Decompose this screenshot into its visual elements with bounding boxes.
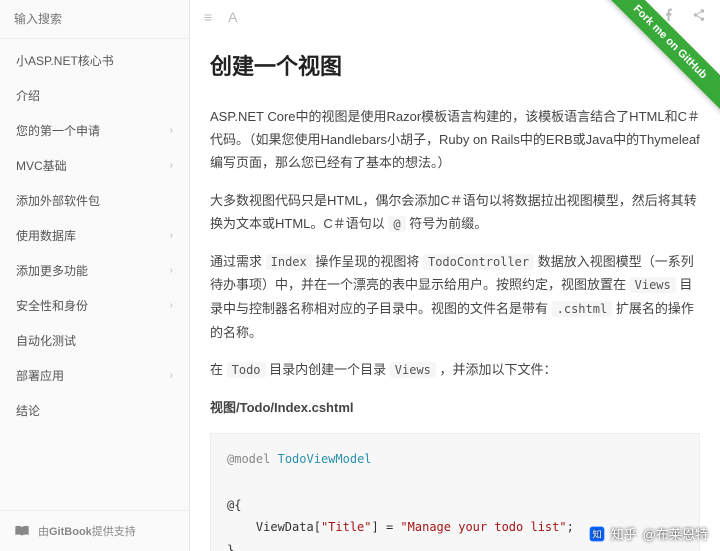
inline-code: Views [390, 362, 436, 378]
search-box [0, 0, 189, 39]
nav-list: 小ASP.NET核心书 介绍 您的第一个申请› MVC基础› 添加外部软件包 使… [0, 39, 189, 510]
inline-code: @ [388, 216, 405, 232]
file-path-label: 视图/Todo/Index.cshtml [210, 396, 700, 419]
inline-code: Todo [227, 362, 266, 378]
inline-code: .cshtml [552, 301, 613, 317]
chevron-right-icon: › [170, 160, 173, 171]
nav-item-first-app[interactable]: 您的第一个申请› [0, 113, 189, 148]
nav-item-packages[interactable]: 添加外部软件包 [0, 183, 189, 218]
sidebar: 小ASP.NET核心书 介绍 您的第一个申请› MVC基础› 添加外部软件包 使… [0, 0, 190, 551]
inline-code: TodoController [423, 254, 534, 270]
code-block: @model TodoViewModel @{ ViewData["Title"… [210, 433, 700, 551]
paragraph: ASP.NET Core中的视图是使用Razor模板语言构建的，该模板语言结合了… [210, 105, 700, 175]
font-icon[interactable]: A [228, 9, 237, 25]
book-icon [14, 525, 30, 537]
nav-item-more-features[interactable]: 添加更多功能› [0, 253, 189, 288]
nav-item-database[interactable]: 使用数据库› [0, 218, 189, 253]
footer-text: 由GitBook提供支持 [38, 523, 136, 539]
inline-code: Views [630, 277, 676, 293]
search-input[interactable] [14, 12, 175, 26]
chevron-right-icon: › [170, 300, 173, 311]
menu-icon[interactable]: ≡ [204, 9, 212, 25]
chevron-right-icon: › [170, 230, 173, 241]
nav-item-mvc-basics[interactable]: MVC基础› [0, 148, 189, 183]
main: ≡ A 创建一个视图 ASP.NET Core中的视图是使用Razor模板语言构… [190, 0, 720, 551]
nav-item-security[interactable]: 安全性和身份› [0, 288, 189, 323]
page-title: 创建一个视图 [210, 47, 700, 87]
nav-item-deploy[interactable]: 部署应用› [0, 358, 189, 393]
nav-item-book[interactable]: 小ASP.NET核心书 [0, 43, 189, 78]
chevron-right-icon: › [170, 265, 173, 276]
nav-item-conclusion[interactable]: 结论 [0, 393, 189, 428]
nav-item-intro[interactable]: 介绍 [0, 78, 189, 113]
chevron-right-icon: › [170, 370, 173, 381]
paragraph: 通过需求 Index 操作呈现的视图将 TodoController 数据放入视… [210, 250, 700, 344]
inline-code: Index [266, 254, 312, 270]
paragraph: 在 Todo 目录内创建一个目录 Views ，并添加以下文件： [210, 358, 700, 382]
content: 创建一个视图 ASP.NET Core中的视图是使用Razor模板语言构建的，该… [190, 33, 720, 551]
nav-item-testing[interactable]: 自动化测试 [0, 323, 189, 358]
sidebar-footer: 由GitBook提供支持 [0, 510, 189, 551]
paragraph: 大多数视图代码只是HTML，偶尔会添加C＃语句以将数据拉出视图模型，然后将其转换… [210, 189, 700, 236]
chevron-right-icon: › [170, 125, 173, 136]
share-icon[interactable] [692, 8, 706, 25]
